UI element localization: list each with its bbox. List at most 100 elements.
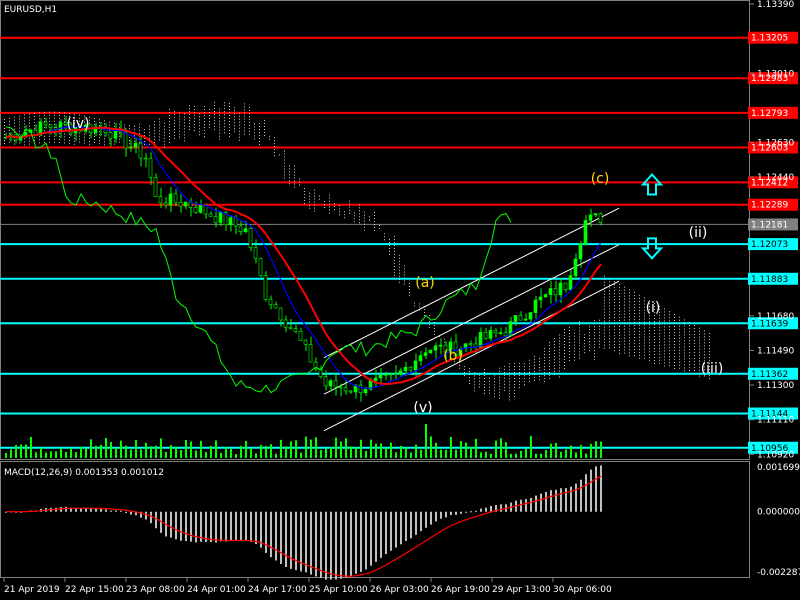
cloud-dot	[619, 346, 620, 348]
eurusd-h1-chart[interactable]: 1.132051.129831.127931.126031.124121.122…	[0, 0, 800, 600]
cloud-dot	[474, 378, 475, 380]
cloud-dot	[369, 216, 370, 218]
cloud-dot	[644, 348, 645, 350]
candle-body	[153, 177, 158, 197]
cloud-dot	[679, 325, 680, 327]
cloud-dot	[274, 140, 275, 142]
volume-bar	[510, 453, 512, 458]
cloud-dot	[109, 139, 110, 141]
volume-bar	[55, 451, 57, 458]
cloud-dot	[464, 372, 465, 374]
cloud-dot	[264, 122, 265, 124]
cloud-dot	[374, 218, 375, 220]
cloud-dot	[634, 352, 635, 354]
cloud-dot	[254, 123, 255, 125]
cloud-dot	[649, 339, 650, 341]
cloud-dot	[684, 328, 685, 330]
candle-body	[468, 343, 473, 346]
cloud-dot	[609, 317, 610, 319]
cloud-dot	[394, 274, 395, 276]
cloud-dot	[184, 128, 185, 130]
cloud-dot	[499, 376, 500, 378]
macd-hist-bar	[95, 508, 97, 512]
candle-body	[133, 142, 138, 148]
cloud-dot	[669, 344, 670, 346]
cloud-dot	[659, 332, 660, 334]
volume-bar	[120, 440, 122, 458]
candle-body	[183, 201, 188, 207]
price-tick-label: 1.13010	[757, 69, 794, 79]
candle-body	[393, 373, 398, 376]
cloud-dot	[639, 300, 640, 302]
resistance-label: 1.12289	[751, 201, 788, 211]
cloud-dot	[664, 344, 665, 346]
cloud-dot	[614, 329, 615, 331]
cloud-dot	[594, 323, 595, 325]
macd-hist-bar	[390, 511, 392, 551]
cloud-dot	[619, 328, 620, 330]
volume-bar	[255, 453, 257, 458]
candle-body	[568, 275, 573, 290]
cloud-dot	[689, 346, 690, 348]
cloud-dot	[309, 204, 310, 206]
cloud-dot	[674, 340, 675, 342]
cloud-dot	[29, 119, 30, 121]
macd-hist-bar	[335, 511, 337, 580]
cloud-dot	[679, 343, 680, 345]
cloud-dot	[244, 121, 245, 123]
cloud-dot	[304, 188, 305, 190]
cloud-dot	[499, 388, 500, 390]
cloud-dot	[669, 353, 670, 355]
cloud-dot	[229, 102, 230, 104]
cloud-dot	[174, 110, 175, 112]
cloud-dot	[89, 140, 90, 142]
cloud-dot	[634, 346, 635, 348]
cloud-dot	[624, 334, 625, 336]
cloud-dot	[469, 368, 470, 370]
cloud-dot	[39, 112, 40, 114]
cloud-dot	[554, 341, 555, 343]
cloud-dot	[214, 101, 215, 103]
cloud-dot	[184, 140, 185, 142]
cloud-dot	[279, 154, 280, 156]
cloud-dot	[694, 348, 695, 350]
cloud-dot	[184, 122, 185, 124]
cloud-dot	[624, 301, 625, 303]
cloud-dot	[214, 110, 215, 112]
cloud-dot	[649, 345, 650, 347]
volume-bar	[205, 452, 207, 458]
macd-hist-bar	[115, 510, 117, 512]
volume-bar	[235, 453, 237, 458]
volume-bar	[335, 437, 337, 458]
volume-bar	[440, 449, 442, 458]
cloud-dot	[244, 130, 245, 132]
cloud-dot	[509, 366, 510, 368]
cloud-dot	[19, 142, 20, 144]
cloud-dot	[219, 117, 220, 119]
volume-bar	[80, 446, 82, 458]
volume-bar	[295, 440, 297, 458]
cloud-dot	[169, 126, 170, 128]
cloud-dot	[679, 358, 680, 360]
cloud-dot	[589, 335, 590, 337]
macd-hist-bar	[240, 511, 242, 541]
cloud-dot	[239, 127, 240, 129]
cloud-dot	[584, 349, 585, 351]
macd-hist-bar	[475, 510, 477, 512]
cloud-dot	[244, 115, 245, 117]
macd-hist-bar	[190, 511, 192, 542]
cloud-dot	[334, 206, 335, 208]
cloud-dot	[79, 132, 80, 134]
cloud-dot	[519, 362, 520, 364]
candle-body	[428, 349, 433, 354]
cloud-dot	[614, 350, 615, 352]
cloud-dot	[619, 331, 620, 333]
candle-body	[273, 304, 278, 309]
cloud-dot	[554, 362, 555, 364]
cloud-dot	[64, 133, 65, 135]
cloud-dot	[9, 141, 10, 143]
cloud-dot	[199, 122, 200, 124]
cloud-dot	[214, 104, 215, 106]
candle-body	[583, 220, 588, 245]
cloud-dot	[54, 114, 55, 116]
